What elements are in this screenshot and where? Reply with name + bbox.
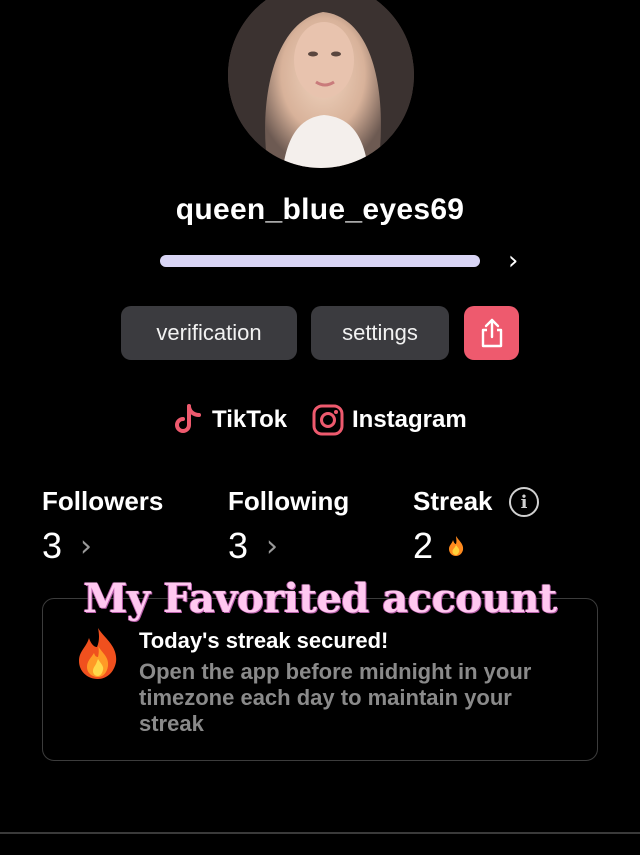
followers-count: 3 (42, 525, 63, 566)
fire-icon (449, 536, 464, 556)
share-icon (481, 318, 502, 348)
instagram-icon (312, 404, 344, 436)
followers-label: Followers (42, 486, 164, 516)
instagram-link[interactable]: Instagram (312, 400, 467, 440)
avatar-portrait (228, 0, 414, 168)
following-count: 3 (228, 525, 249, 566)
chevron-right-icon: › (266, 528, 279, 564)
fire-icon (79, 628, 117, 679)
tiktok-label: TikTok (212, 406, 288, 433)
settings-button[interactable]: settings (311, 306, 449, 360)
streak-label: Streak (413, 486, 493, 516)
profile-progress-bar (160, 255, 480, 267)
streak-stat: 2 (413, 525, 465, 567)
share-button[interactable] (464, 306, 519, 360)
streak-count: 2 (413, 525, 434, 566)
overlay-caption: My Favorited account (83, 575, 557, 622)
info-icon[interactable]: i (509, 487, 539, 517)
divider (0, 832, 640, 834)
following-label: Following (228, 486, 350, 516)
profile-avatar[interactable] (228, 0, 414, 168)
profile-progress-fill (160, 255, 480, 267)
tiktok-icon (172, 404, 204, 436)
streak-card-title: Today's streak secured! (139, 628, 389, 653)
chevron-right-icon: › (80, 528, 93, 564)
verification-button[interactable]: verification (121, 306, 297, 360)
streak-card-body: Open the app before midnight in your tim… (139, 659, 532, 736)
following-stat[interactable]: 3 › (228, 525, 278, 567)
username: queen_blue_eyes69 (175, 193, 465, 226)
followers-stat[interactable]: 3 › (42, 525, 92, 567)
instagram-label: Instagram (352, 406, 467, 433)
tiktok-link[interactable]: TikTok (172, 400, 287, 440)
chevron-right-icon[interactable]: › (508, 246, 518, 276)
